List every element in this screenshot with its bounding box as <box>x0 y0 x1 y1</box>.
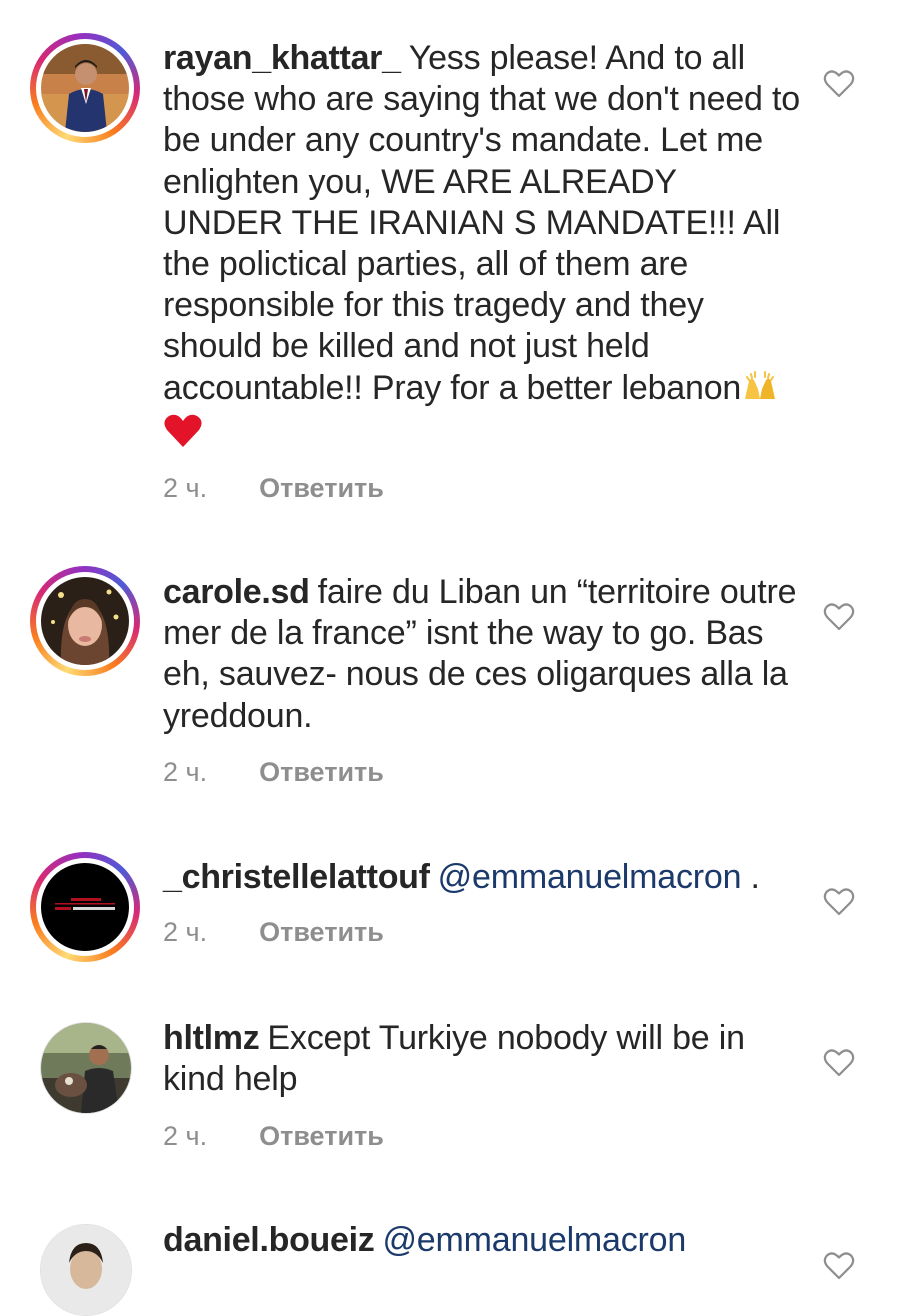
like-heart-icon[interactable] <box>823 1047 855 1079</box>
avatar <box>41 44 129 132</box>
comment-text: rayan_khattar_ Yess please! And to all th… <box>163 38 803 459</box>
mention-link[interactable]: @emmanuelmacron <box>438 858 742 896</box>
avatar[interactable] <box>40 1224 132 1316</box>
like-heart-icon[interactable] <box>823 886 855 918</box>
avatar-story-ring[interactable] <box>30 852 140 962</box>
comment-meta: 2 ч. Ответить <box>163 917 384 948</box>
reply-button[interactable]: Ответить <box>259 757 384 788</box>
mention-link[interactable]: @emmanuelmacron <box>382 1221 686 1259</box>
comment-body: Yess please! And to all those who are sa… <box>163 39 800 407</box>
red-heart-icon <box>163 413 203 459</box>
like-heart-icon[interactable] <box>823 68 855 100</box>
reply-button[interactable]: Ответить <box>259 1121 384 1152</box>
reply-button[interactable]: Ответить <box>259 917 384 948</box>
comment-text: daniel.boueiz @emmanuelmacron <box>163 1220 803 1261</box>
avatar <box>41 863 129 951</box>
comment-time: 2 ч. <box>163 757 208 787</box>
comment-time: 2 ч. <box>163 473 208 503</box>
comment-meta: 2 ч. Ответить <box>163 757 384 788</box>
avatar-story-ring[interactable] <box>30 566 140 676</box>
comment-meta: 2 ч. Ответить <box>163 1121 384 1152</box>
reply-button[interactable]: Ответить <box>259 473 384 504</box>
comment-text: _christellelattouf @emmanuelmacron . <box>163 857 803 898</box>
comment-text: hltlmz Except Turkiye nobody will be in k… <box>163 1018 803 1100</box>
comment-text: carole.sd faire du Liban un “territoire o… <box>163 572 803 737</box>
comment-time: 2 ч. <box>163 917 208 947</box>
like-heart-icon[interactable] <box>823 601 855 633</box>
avatar[interactable] <box>40 1022 132 1114</box>
comment-meta: 2 ч. Ответить <box>163 473 384 504</box>
comment-time: 2 ч. <box>163 1121 208 1151</box>
comment-username[interactable]: rayan_khattar_ <box>163 39 401 77</box>
comment-username[interactable]: daniel.boueiz <box>163 1221 375 1259</box>
comment-body: . <box>741 858 760 896</box>
avatar-story-ring[interactable] <box>30 33 140 143</box>
comment-username[interactable]: _christellelattouf <box>163 858 430 896</box>
like-heart-icon[interactable] <box>823 1250 855 1282</box>
avatar <box>41 577 129 665</box>
comment-username[interactable]: carole.sd <box>163 573 310 611</box>
comment-username[interactable]: hltlmz <box>163 1019 260 1057</box>
raising-hands-icon <box>741 369 779 413</box>
